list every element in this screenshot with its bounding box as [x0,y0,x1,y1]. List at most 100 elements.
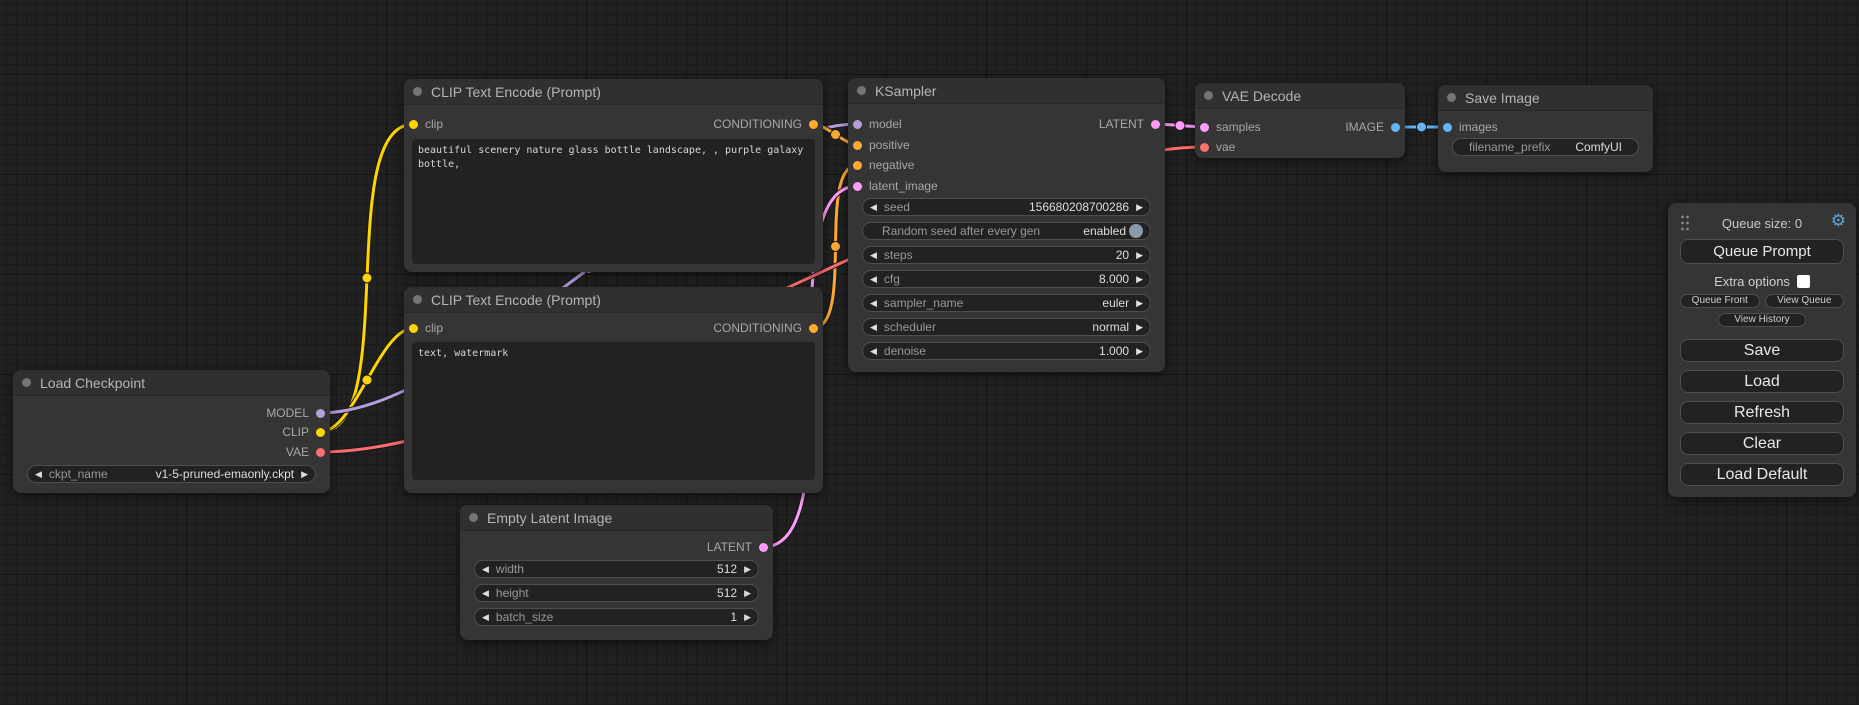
port-label: images [1459,120,1498,134]
samples-input-dot[interactable] [1200,123,1209,132]
node-title-label: VAE Decode [1222,88,1301,104]
queue-front-button[interactable]: Queue Front [1680,294,1760,308]
node-title-label: CLIP Text Encode (Prompt) [431,292,601,308]
vae-decode-title-bar[interactable]: VAE Decode [1195,83,1405,109]
sampler_name-widget[interactable]: ◀sampler_nameeuler▶ [862,294,1151,312]
node-save-image[interactable]: Save Image images filename_prefixComfyUI [1438,85,1653,172]
collapse-dot-icon[interactable] [1204,91,1213,100]
increment-arrow-icon[interactable]: ▶ [744,589,751,598]
node-load-checkpoint[interactable]: Load CheckpointMODELCLIPVAE◀ckpt_namev1-… [13,370,330,493]
positive-input-dot[interactable] [853,141,862,150]
denoise-widget[interactable]: ◀denoise1.000▶ [862,342,1151,360]
widget-label: filename_prefix [1469,140,1550,154]
latent_image-input-dot[interactable] [853,182,862,191]
refresh-button[interactable]: Refresh [1680,401,1844,424]
clip-encode-2-title-bar[interactable]: CLIP Text Encode (Prompt) [404,287,823,313]
node-clip-encode-2[interactable]: CLIP Text Encode (Prompt)clipCONDITIONIN… [404,287,823,493]
widget-label: sampler_name [884,296,963,310]
LATENT-output-dot[interactable] [1151,120,1160,129]
negative-input-dot[interactable] [853,161,862,170]
width-widget[interactable]: ◀width512▶ [474,560,759,578]
collapse-dot-icon[interactable] [413,87,422,96]
node-clip-encode-1[interactable]: CLIP Text Encode (Prompt)clipCONDITIONIN… [404,79,823,272]
decrement-arrow-icon[interactable]: ◀ [870,347,877,356]
collapse-dot-icon[interactable] [469,513,478,522]
clip-input-dot[interactable] [409,324,418,333]
decrement-arrow-icon[interactable]: ◀ [870,323,877,332]
increment-arrow-icon[interactable]: ▶ [1136,203,1143,212]
VAE-output-dot[interactable] [316,448,325,457]
seed-widget[interactable]: ◀seed156680208700286▶ [862,198,1151,216]
images-input-dot[interactable] [1443,123,1452,132]
decrement-arrow-icon[interactable]: ◀ [870,203,877,212]
ckpt_name-widget[interactable]: ◀ckpt_namev1-5-pruned-emaonly.ckpt▶ [27,465,316,483]
collapse-dot-icon[interactable] [413,295,422,304]
drag-handle-icon[interactable] [1680,214,1690,232]
view-queue-button[interactable]: View Queue [1765,294,1845,308]
cfg-widget[interactable]: ◀cfg8.000▶ [862,270,1151,288]
CONDITIONING-output-dot[interactable] [809,120,818,129]
input-port-clip: clip [409,117,443,131]
gear-icon[interactable]: ⚙ [1831,212,1846,229]
save-button[interactable]: Save [1680,339,1844,362]
Random seed after every gen-widget[interactable]: Random seed after every genenabled [862,222,1151,240]
increment-arrow-icon[interactable]: ▶ [301,470,308,479]
node-vae-decode[interactable]: VAE DecodesamplesvaeIMAGE [1195,83,1405,158]
widget-value: 1 [730,610,737,624]
view-history-button[interactable]: View History [1718,313,1806,327]
scheduler-widget[interactable]: ◀schedulernormal▶ [862,318,1151,336]
collapse-dot-icon[interactable] [857,86,866,95]
height-widget[interactable]: ◀height512▶ [474,584,759,602]
empty-latent-title-bar[interactable]: Empty Latent Image [460,505,773,531]
decrement-arrow-icon[interactable]: ◀ [870,299,877,308]
decrement-arrow-icon[interactable]: ◀ [482,565,489,574]
filename_prefix-widget[interactable]: filename_prefixComfyUI [1452,138,1639,156]
node-title-label: CLIP Text Encode (Prompt) [431,84,601,100]
graph-canvas[interactable]: Load CheckpointMODELCLIPVAE◀ckpt_namev1-… [0,0,1859,705]
extra-options-checkbox[interactable] [1797,275,1810,288]
increment-arrow-icon[interactable]: ▶ [1136,251,1143,260]
port-label: samples [1216,120,1261,134]
batch_size-widget[interactable]: ◀batch_size1▶ [474,608,759,626]
node-empty-latent[interactable]: Empty Latent ImageLATENT◀width512▶◀heigh… [460,505,773,640]
increment-arrow-icon[interactable]: ▶ [744,613,751,622]
input-port-latent_image: latent_image [853,179,938,193]
ksampler-title-bar[interactable]: KSampler [848,78,1165,104]
model-input-dot[interactable] [853,120,862,129]
increment-arrow-icon[interactable]: ▶ [1136,323,1143,332]
collapse-dot-icon[interactable] [22,378,31,387]
queue-prompt-button[interactable]: Queue Prompt [1680,239,1844,264]
clip-encode-2-prompt-textarea[interactable] [412,342,815,480]
clear-button[interactable]: Clear [1680,432,1844,455]
port-label: LATENT [1099,117,1144,131]
collapse-dot-icon[interactable] [1447,93,1456,102]
output-port-MODEL: MODEL [266,406,325,420]
decrement-arrow-icon[interactable]: ◀ [35,470,42,479]
decrement-arrow-icon[interactable]: ◀ [482,613,489,622]
clip-encode-1-prompt-textarea[interactable] [412,139,815,264]
load-checkpoint-title-bar[interactable]: Load Checkpoint [13,370,330,396]
LATENT-output-dot[interactable] [759,543,768,552]
increment-arrow-icon[interactable]: ▶ [1136,347,1143,356]
node-ksampler[interactable]: KSamplermodelpositivenegativelatent_imag… [848,78,1165,372]
IMAGE-output-dot[interactable] [1391,123,1400,132]
vae-input-dot[interactable] [1200,143,1209,152]
clip-input-dot[interactable] [409,120,418,129]
increment-arrow-icon[interactable]: ▶ [744,565,751,574]
increment-arrow-icon[interactable]: ▶ [1136,275,1143,284]
decrement-arrow-icon[interactable]: ◀ [870,251,877,260]
decrement-arrow-icon[interactable]: ◀ [482,589,489,598]
clip-encode-1-title-bar[interactable]: CLIP Text Encode (Prompt) [404,79,823,105]
CONDITIONING-output-dot[interactable] [809,324,818,333]
increment-arrow-icon[interactable]: ▶ [1136,299,1143,308]
CLIP-output-dot[interactable] [316,428,325,437]
save-image-title-bar[interactable]: Save Image [1438,85,1653,111]
load-default-button[interactable]: Load Default [1680,463,1844,486]
MODEL-output-dot[interactable] [316,409,325,418]
steps-widget[interactable]: ◀ steps 20 ▶ [862,246,1151,264]
decrement-arrow-icon[interactable]: ◀ [870,275,877,284]
load-button[interactable]: Load [1680,370,1844,393]
widget-value: 20 [1116,248,1129,262]
toggle-knob-icon[interactable] [1129,224,1143,238]
widget-label: steps [884,248,913,262]
